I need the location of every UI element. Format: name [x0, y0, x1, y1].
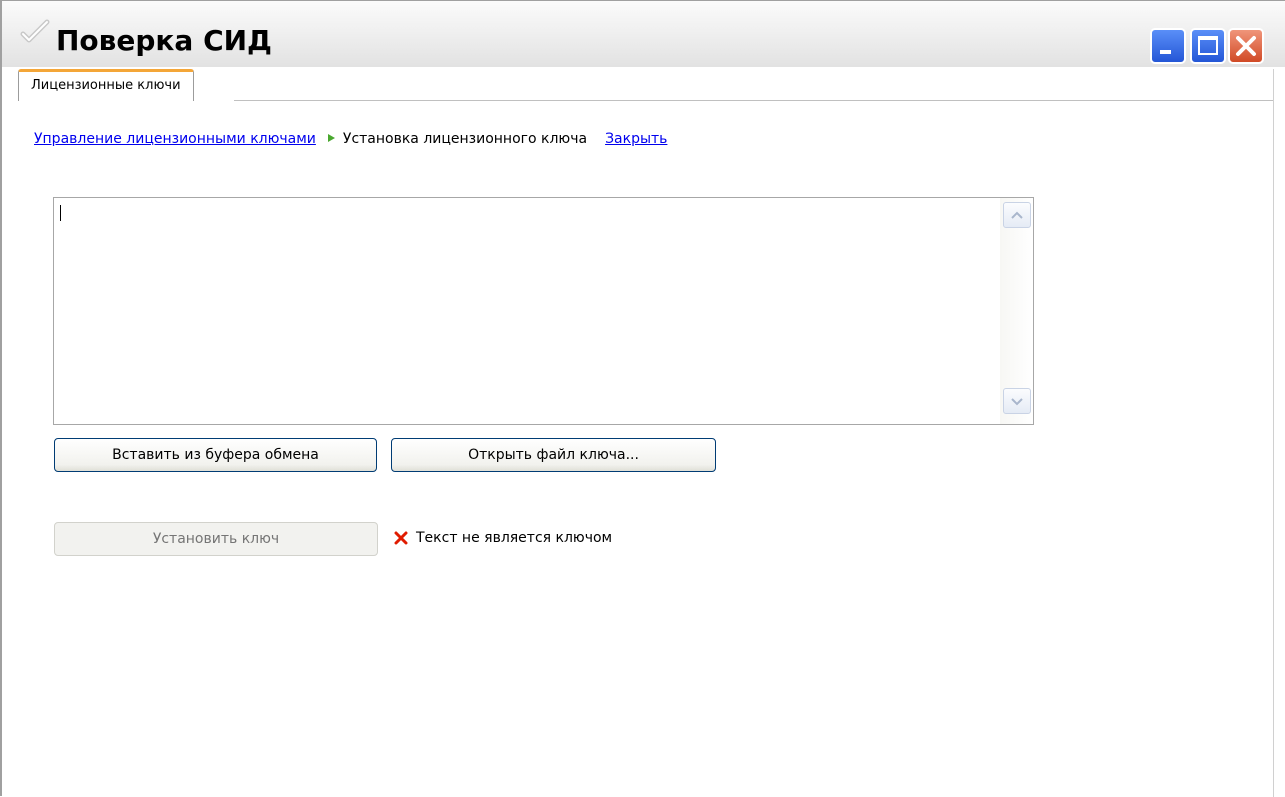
title-bar[interactable]: Поверка СИД [2, 1, 1285, 67]
close-link[interactable]: Закрыть [605, 131, 667, 147]
breadcrumb-manage-keys-link[interactable]: Управление лицензионными ключами [34, 131, 316, 147]
breadcrumb: Управление лицензионными ключами Установк… [34, 129, 667, 149]
close-icon [1236, 36, 1256, 56]
text-caret [60, 205, 61, 221]
maximize-icon [1198, 36, 1218, 55]
paste-from-clipboard-button[interactable]: Вставить из буфера обмена [54, 438, 377, 472]
window-title: Поверка СИД [56, 24, 272, 57]
error-x-icon [394, 531, 408, 545]
breadcrumb-current-step: Установка лицензионного ключа [342, 131, 588, 147]
chevron-up-icon [1011, 211, 1023, 219]
validation-status-text: Текст не является ключом [416, 530, 613, 546]
maximize-button[interactable] [1190, 28, 1226, 64]
minimize-icon [1160, 50, 1171, 54]
open-key-file-button[interactable]: Открыть файл ключа... [391, 438, 716, 472]
panel-right-edge [1273, 69, 1274, 797]
breadcrumb-arrow-icon [327, 134, 335, 142]
minimize-button[interactable] [1150, 28, 1186, 64]
scroll-down-button[interactable] [1003, 388, 1031, 414]
tab-strip-divider [234, 100, 1274, 101]
scroll-up-button[interactable] [1003, 202, 1031, 228]
license-key-textarea[interactable] [53, 197, 1034, 425]
app-icon [20, 17, 50, 47]
validation-status: Текст не является ключом [394, 527, 612, 549]
app-window: Поверка СИД Лицензионные ключи Управлени… [0, 0, 1285, 797]
install-key-button[interactable]: Установить ключ [54, 522, 378, 556]
tab-license-keys[interactable]: Лицензионные ключи [18, 69, 194, 101]
chevron-down-icon [1011, 398, 1023, 406]
close-window-button[interactable] [1228, 28, 1264, 64]
vertical-scrollbar[interactable] [1000, 198, 1033, 424]
